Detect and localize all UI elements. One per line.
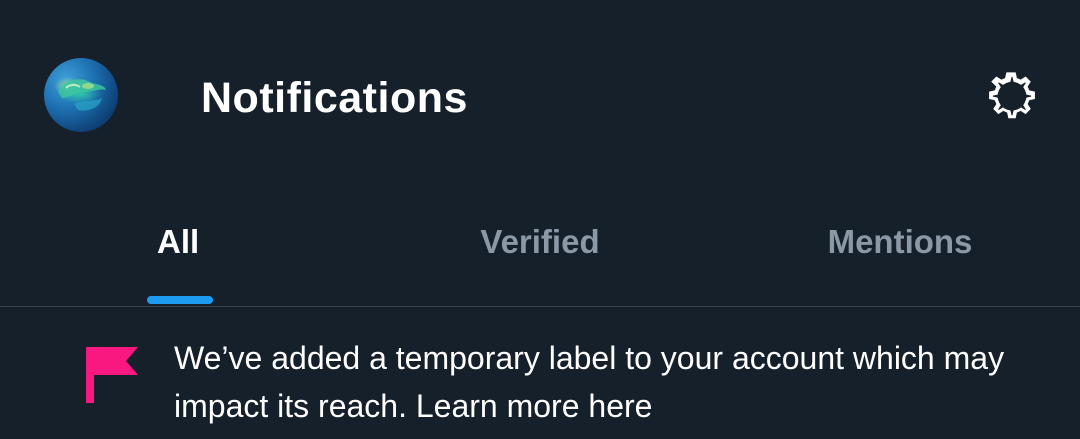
tab-verified-label: Verified [480,223,600,260]
tab-mentions[interactable]: Mentions [720,190,1080,306]
notice-text[interactable]: We’ve added a temporary label to your ac… [174,334,1034,430]
tab-all-label: All [157,223,200,260]
globe-icon [58,79,106,111]
tab-verified[interactable]: Verified [360,190,720,306]
active-tab-indicator [147,296,213,304]
top-app-bar: Notifications [0,0,1080,170]
profile-avatar[interactable] [44,58,118,132]
gear-icon [989,72,1035,119]
tab-all[interactable]: All [0,190,360,306]
notification-tabs: All Verified Mentions [0,190,1080,306]
settings-button[interactable] [980,66,1044,130]
flag-icon [86,347,138,403]
tab-mentions-label: Mentions [827,223,973,260]
page-title: Notifications [201,74,468,122]
